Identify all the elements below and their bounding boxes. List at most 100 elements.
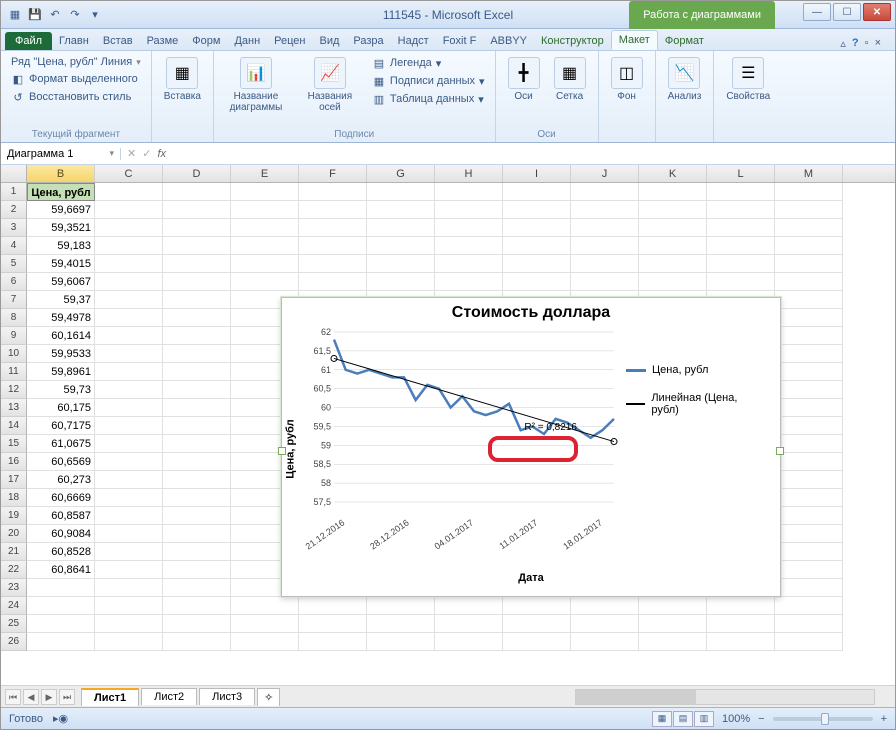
row-header[interactable]: 25	[1, 615, 27, 633]
cell[interactable]	[775, 219, 843, 237]
cell[interactable]	[639, 237, 707, 255]
cell[interactable]	[775, 399, 843, 417]
cell[interactable]	[435, 183, 503, 201]
cell[interactable]	[571, 219, 639, 237]
tab-addins[interactable]: Надст	[391, 32, 436, 50]
qat-dropdown-icon[interactable]: ▾	[87, 7, 103, 23]
cell[interactable]	[163, 597, 231, 615]
cell[interactable]: 60,7175	[27, 417, 95, 435]
sheet-nav-first-icon[interactable]: ⏮	[5, 689, 21, 705]
row-header[interactable]: 17	[1, 471, 27, 489]
cell[interactable]	[163, 363, 231, 381]
formula-input[interactable]	[172, 148, 889, 160]
cell[interactable]: 59,37	[27, 291, 95, 309]
cell[interactable]	[775, 471, 843, 489]
cell[interactable]	[707, 237, 775, 255]
cell[interactable]	[775, 291, 843, 309]
cell[interactable]	[571, 237, 639, 255]
row-header[interactable]: 7	[1, 291, 27, 309]
cell[interactable]	[95, 453, 163, 471]
cell[interactable]	[639, 273, 707, 291]
cell[interactable]	[775, 201, 843, 219]
cell[interactable]	[435, 255, 503, 273]
cell[interactable]	[95, 633, 163, 651]
legend-item[interactable]: Цена, рубл	[626, 364, 764, 376]
data-table-button[interactable]: ▥Таблица данных ▾	[370, 91, 487, 107]
cell[interactable]	[231, 615, 299, 633]
cell[interactable]	[299, 219, 367, 237]
cell[interactable]	[299, 237, 367, 255]
row-header[interactable]: 12	[1, 381, 27, 399]
col-header[interactable]: L	[707, 165, 775, 182]
view-normal-icon[interactable]: ▦	[652, 711, 672, 727]
cell[interactable]	[95, 219, 163, 237]
cell[interactable]	[163, 183, 231, 201]
cell[interactable]	[571, 615, 639, 633]
cell[interactable]	[231, 273, 299, 291]
axis-titles-button[interactable]: 📈 Названия осей	[296, 55, 364, 115]
cell[interactable]	[163, 525, 231, 543]
cell[interactable]: 59,6697	[27, 201, 95, 219]
cell[interactable]: 59,9533	[27, 345, 95, 363]
fx-icon[interactable]: fx	[157, 148, 166, 160]
redo-icon[interactable]: ↷	[67, 7, 83, 23]
cell[interactable]	[163, 237, 231, 255]
tab-design[interactable]: Конструктор	[534, 32, 611, 50]
cell[interactable]: 60,6569	[27, 453, 95, 471]
cell[interactable]	[503, 183, 571, 201]
inner-close-icon[interactable]: ×	[875, 37, 881, 50]
cell[interactable]	[163, 543, 231, 561]
row-header[interactable]: 2	[1, 201, 27, 219]
cell[interactable]	[163, 255, 231, 273]
view-layout-icon[interactable]: ▤	[673, 711, 693, 727]
zoom-slider[interactable]	[773, 717, 873, 721]
cell[interactable]	[95, 237, 163, 255]
horizontal-scrollbar[interactable]	[575, 689, 875, 705]
row-header[interactable]: 4	[1, 237, 27, 255]
cell[interactable]	[95, 363, 163, 381]
cell[interactable]	[163, 435, 231, 453]
col-header[interactable]: G	[367, 165, 435, 182]
cell[interactable]	[163, 309, 231, 327]
row-header[interactable]: 20	[1, 525, 27, 543]
cell[interactable]	[27, 615, 95, 633]
cell[interactable]	[163, 417, 231, 435]
tab-home[interactable]: Главн	[52, 32, 96, 50]
cell[interactable]	[707, 183, 775, 201]
cell[interactable]	[775, 597, 843, 615]
row-header[interactable]: 11	[1, 363, 27, 381]
plot-area[interactable]: 57,55858,55959,56060,56161,56221.12.2016…	[300, 328, 620, 558]
row-header[interactable]: 9	[1, 327, 27, 345]
cell[interactable]	[707, 255, 775, 273]
cell[interactable]	[707, 633, 775, 651]
cell[interactable]	[639, 615, 707, 633]
cell[interactable]	[775, 435, 843, 453]
tab-abbyy[interactable]: ABBYY	[483, 32, 534, 50]
cell[interactable]	[775, 489, 843, 507]
cell[interactable]	[775, 273, 843, 291]
cell[interactable]	[367, 273, 435, 291]
cell[interactable]	[775, 255, 843, 273]
cell[interactable]	[775, 363, 843, 381]
cell[interactable]	[775, 327, 843, 345]
chart-title[interactable]: Стоимость доллара	[282, 298, 780, 324]
cell[interactable]	[163, 345, 231, 363]
cell[interactable]	[95, 561, 163, 579]
cell[interactable]	[299, 615, 367, 633]
cell[interactable]: 59,6067	[27, 273, 95, 291]
cell[interactable]	[367, 255, 435, 273]
sheet-tab[interactable]: Лист2	[141, 688, 197, 705]
sheet-tab[interactable]: Лист3	[199, 688, 255, 705]
tab-view[interactable]: Вид	[313, 32, 347, 50]
cell[interactable]	[775, 345, 843, 363]
row-header[interactable]: 23	[1, 579, 27, 597]
row-header[interactable]: 8	[1, 309, 27, 327]
col-header[interactable]: K	[639, 165, 707, 182]
cell[interactable]	[163, 579, 231, 597]
cell[interactable]	[95, 597, 163, 615]
cell[interactable]	[503, 597, 571, 615]
data-labels-button[interactable]: ▦Подписи данных ▾	[370, 73, 487, 89]
cell[interactable]: 59,4015	[27, 255, 95, 273]
cell[interactable]	[571, 201, 639, 219]
save-icon[interactable]: 💾	[27, 7, 43, 23]
